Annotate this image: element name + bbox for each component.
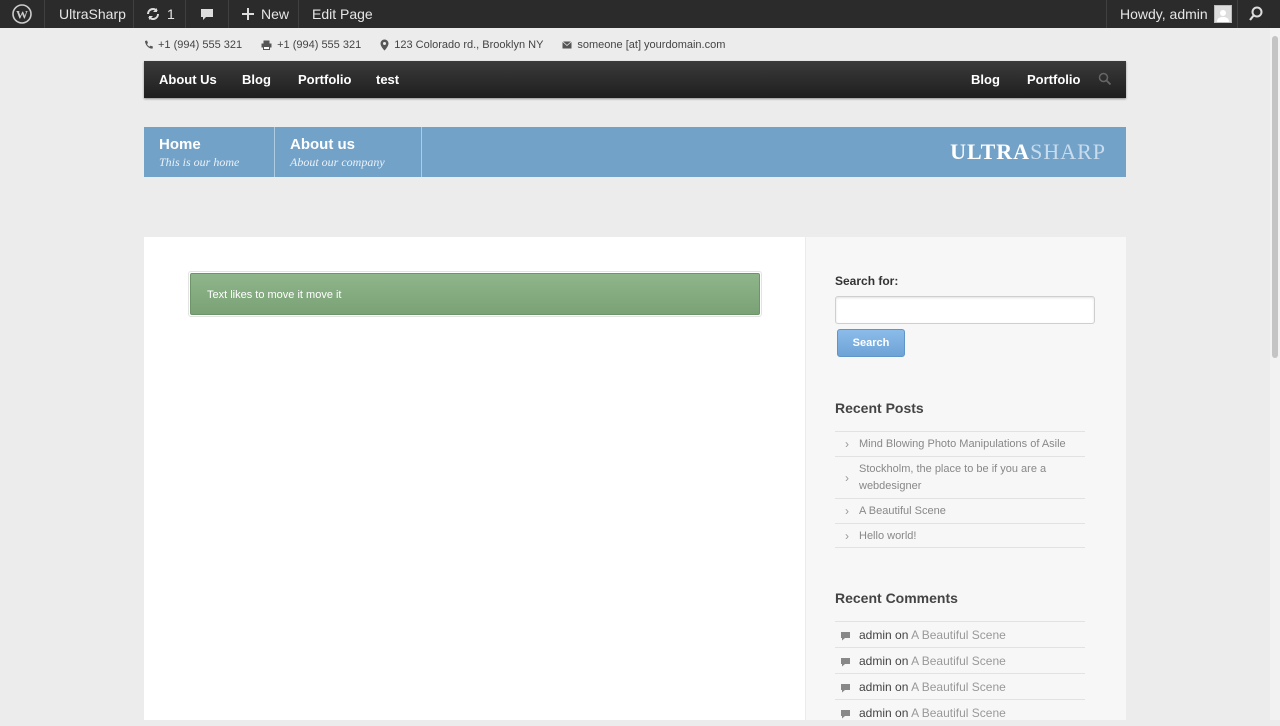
nav-portfolio[interactable]: Portfolio <box>298 61 351 98</box>
comment-icon <box>841 632 850 641</box>
list-item: admin on A Beautiful Scene <box>835 673 1085 699</box>
success-notice: Text likes to move it move it <box>188 271 762 317</box>
recent-posts-list: › Mind Blowing Photo Manipulations of Asi… <box>835 431 1085 548</box>
search-label: Search for: <box>835 274 899 288</box>
nav-blog[interactable]: Blog <box>242 61 271 98</box>
contact-fax: +1 (994) 555 321 <box>261 39 361 51</box>
contact-email: someone [at] yourdomain.com <box>562 39 725 51</box>
updates-button[interactable]: 1 <box>145 0 175 28</box>
new-content-button[interactable]: New <box>241 0 289 28</box>
list-item[interactable]: › Mind Blowing Photo Manipulations of Asi… <box>835 431 1085 456</box>
contact-bar: +1 (994) 555 321 +1 (994) 555 321 123 Co… <box>144 37 744 53</box>
new-label: New <box>261 6 290 22</box>
account-menu[interactable]: Howdy, admin <box>1120 0 1232 28</box>
main-content: Text likes to move it move it <box>144 237 805 720</box>
howdy-text: Howdy, admin <box>1120 6 1208 22</box>
phone-icon <box>145 40 153 49</box>
contact-phone: +1 (994) 555 321 <box>144 39 242 51</box>
updates-count: 1 <box>167 6 175 22</box>
list-item: admin on A Beautiful Scene <box>835 647 1085 673</box>
contact-address: 123 Colorado rd., Brooklyn NY <box>380 39 543 51</box>
edit-page-link[interactable]: Edit Page <box>312 0 373 28</box>
main-navigation: About Us Blog Portfolio test Blog Portfo… <box>144 61 1126 98</box>
nav-search-icon[interactable] <box>1098 72 1112 91</box>
header-tab-title: About us <box>290 136 355 153</box>
header-tab-subtitle: About our company <box>290 155 385 169</box>
nav-test[interactable]: test <box>376 61 399 98</box>
notice-text: Text likes to move it move it <box>190 273 760 315</box>
comment-icon <box>841 710 850 719</box>
list-item[interactable]: › A Beautiful Scene <box>835 498 1085 523</box>
admin-bar: W UltraSharp 1 New Edit Page Howdy, admi… <box>0 0 1280 28</box>
avatar <box>1213 5 1232 23</box>
comment-icon <box>841 658 850 667</box>
scrollbar-thumb[interactable] <box>1272 36 1278 358</box>
page-header: Home This is our home About us About our… <box>144 127 1126 177</box>
site-name-link[interactable]: UltraSharp <box>59 0 126 28</box>
envelope-icon <box>562 41 573 49</box>
comment-icon <box>201 9 213 20</box>
admin-search-icon[interactable] <box>1249 0 1263 28</box>
comments-button[interactable] <box>199 0 215 28</box>
comment-icon <box>841 684 850 693</box>
map-pin-icon <box>380 39 389 51</box>
wordpress-logo-icon[interactable]: W <box>12 0 32 28</box>
search-input[interactable] <box>835 296 1095 324</box>
printer-icon <box>261 40 272 50</box>
refresh-icon <box>147 8 159 20</box>
header-tab-subtitle: This is our home <box>159 155 240 169</box>
recent-posts-title: Recent Posts <box>835 400 924 416</box>
search-button[interactable]: Search <box>837 329 905 357</box>
user-avatar-icon <box>1216 10 1229 22</box>
site-logo[interactable]: ULTRASHARP <box>950 139 1106 165</box>
list-item[interactable]: › Stockholm, the place to be if you are a… <box>835 456 1085 498</box>
plus-icon <box>242 8 254 20</box>
sidebar: Search for: Search Recent Posts › Mind Bl… <box>806 237 1126 720</box>
recent-comments-list: admin on A Beautiful Scene admin on A Be… <box>835 621 1085 725</box>
svg-text:W: W <box>16 8 28 22</box>
nav-about-us[interactable]: About Us <box>159 61 217 98</box>
nav-right-portfolio[interactable]: Portfolio <box>1027 61 1080 98</box>
header-tab-about[interactable]: About us About our company <box>275 127 421 177</box>
list-item: admin on A Beautiful Scene <box>835 621 1085 647</box>
header-tab-home[interactable]: Home This is our home <box>144 127 275 177</box>
list-item: admin on A Beautiful Scene <box>835 699 1085 725</box>
recent-comments-title: Recent Comments <box>835 590 958 606</box>
header-tab-title: Home <box>159 136 201 153</box>
list-item[interactable]: › Hello world! <box>835 523 1085 548</box>
nav-right-blog[interactable]: Blog <box>971 61 1000 98</box>
